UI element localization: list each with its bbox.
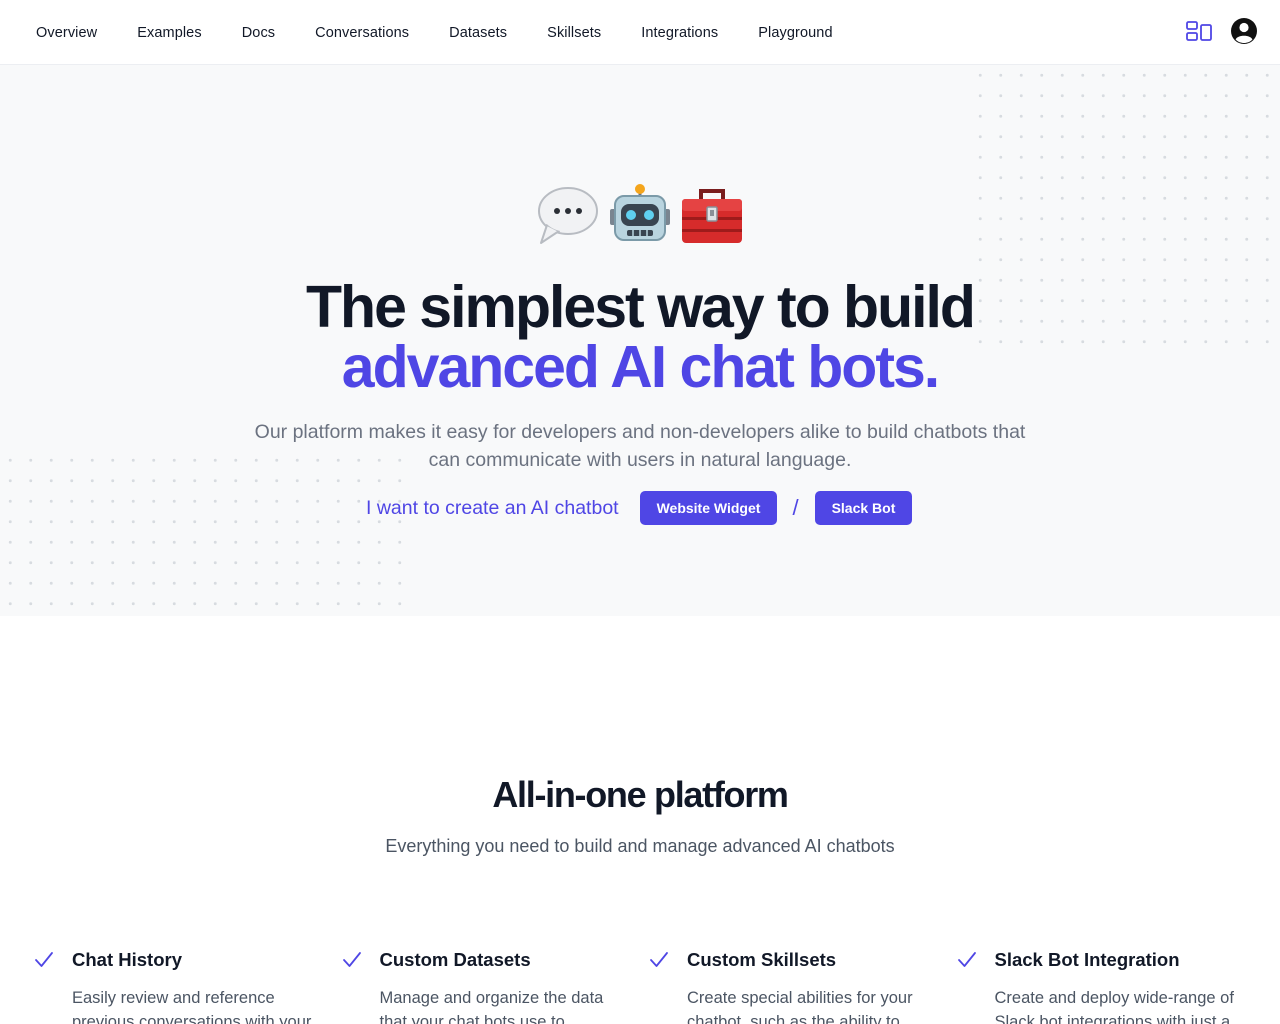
nav-link-overview[interactable]: Overview (36, 25, 97, 41)
toolbox-icon (682, 189, 742, 243)
feature-list: Chat History Easily review and reference… (34, 946, 1264, 1024)
robot-icon (610, 184, 670, 241)
check-icon (650, 952, 668, 967)
feature-slack-bot-integration: Slack Bot Integration Create and deploy … (957, 946, 1265, 1024)
platform-subtitle: Everything you need to build and manage … (385, 836, 895, 856)
feature-description: Easily review and reference previous con… (72, 989, 312, 1024)
nav-link-conversations[interactable]: Conversations (315, 25, 409, 41)
nav-link-examples[interactable]: Examples (137, 25, 201, 41)
nav-link-docs[interactable]: Docs (242, 25, 275, 41)
hero-title-line-1: The simplest way to build (306, 274, 976, 340)
nav-link-datasets[interactable]: Datasets (449, 25, 507, 41)
slack-bot-button[interactable]: Slack Bot (814, 491, 913, 525)
feature-description: Manage and organize the data that your c… (379, 989, 604, 1024)
top-nav: Overview Examples Docs Conversations Dat… (0, 0, 1280, 65)
nav-link-skillsets[interactable]: Skillsets (547, 25, 601, 41)
website-widget-button[interactable]: Website Widget (639, 491, 778, 525)
feature-description: Create special abilities for your chatbo… (687, 989, 913, 1024)
feature-custom-datasets: Custom Datasets Manage and organize the … (342, 946, 650, 1024)
cta-row: I want to create an AI chatbot Website W… (366, 491, 913, 525)
cta-separator: / (792, 495, 799, 520)
feature-title: Chat History (72, 949, 182, 970)
check-icon (35, 952, 53, 967)
hero-section: The simplest way to build advanced AI ch… (0, 65, 1280, 616)
cta-lead-text: I want to create an AI chatbot (366, 496, 619, 519)
nav-link-integrations[interactable]: Integrations (641, 25, 718, 41)
feature-title: Custom Datasets (379, 949, 531, 970)
feature-chat-history: Chat History Easily review and reference… (34, 946, 342, 1024)
feature-title: Slack Bot Integration (994, 949, 1180, 970)
check-icon (957, 952, 976, 967)
check-icon (342, 952, 361, 967)
feature-description: Create and deploy wide-range of Slack bo… (994, 989, 1234, 1024)
hero-title-line-2: advanced AI chat bots. (341, 334, 940, 400)
feature-custom-skillsets: Custom Skillsets Create special abilitie… (649, 946, 957, 1024)
hero-emojis (0, 183, 1280, 249)
hero-subtitle: Our platform makes it easy for developer… (254, 421, 1026, 471)
platform-title: All-in-one platform (492, 774, 789, 815)
hero-title: The simplest way to build advanced AI ch… (0, 277, 1280, 397)
feature-title: Custom Skillsets (687, 949, 837, 970)
nav-actions (1186, 17, 1258, 45)
layout-icon[interactable] (1186, 20, 1212, 42)
dot-pattern (0, 450, 410, 610)
nav-link-playground[interactable]: Playground (758, 25, 832, 41)
account-icon[interactable] (1230, 17, 1258, 45)
speech-bubble-icon (538, 187, 598, 244)
nav-links: Overview Examples Docs Conversations Dat… (36, 0, 833, 65)
